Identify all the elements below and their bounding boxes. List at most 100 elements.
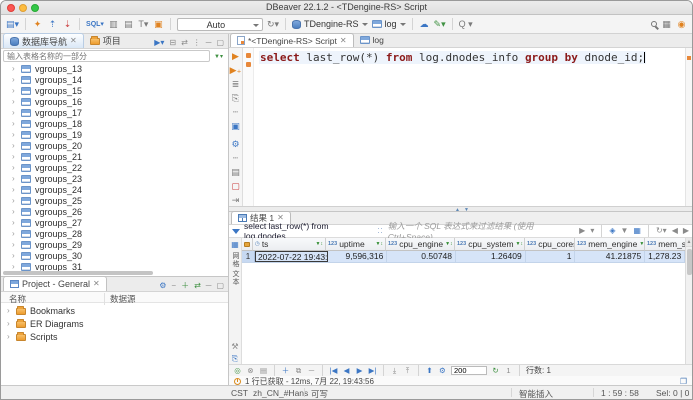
expand-chevron-icon[interactable]: › <box>12 196 17 205</box>
rollback-icon[interactable]: ⇡ <box>47 19 58 30</box>
filter-dropdown-icon[interactable]: ▾ <box>590 226 594 236</box>
fetch-all-icon[interactable]: ⤓ <box>390 366 399 376</box>
drag-handle-icon[interactable]: ⁚⁚ <box>377 227 383 235</box>
execute-statement-icon[interactable]: ▶ <box>230 51 241 62</box>
tree-item-vgroup[interactable]: › vgroups_30 <box>1 250 228 261</box>
expand-chevron-icon[interactable]: › <box>12 229 17 238</box>
column-header[interactable]: 123 mem_system ▼↕ <box>645 238 685 251</box>
expand-chevron-icon[interactable]: › <box>12 251 17 260</box>
text-view-label[interactable]: 文本 <box>230 270 240 286</box>
settings-gear-icon[interactable]: ⚙ <box>159 281 166 291</box>
execute-script-icon[interactable]: ▶₊ <box>230 65 242 76</box>
tree-item-vgroup[interactable]: › vgroups_16 <box>1 96 228 107</box>
expand-chevron-icon[interactable]: › <box>12 152 17 161</box>
prev-page-icon[interactable]: ◀ <box>342 366 351 375</box>
refresh-icon[interactable]: ↻ <box>491 366 500 375</box>
column-header[interactable]: 123 uptime ▼↕ <box>326 238 386 251</box>
tree-item-vgroup[interactable]: › vgroups_13 <box>1 63 228 74</box>
tree-item-vgroup[interactable]: › vgroups_14 <box>1 74 228 85</box>
tree-item-vgroup[interactable]: › vgroups_20 <box>1 140 228 151</box>
new-script-icon[interactable]: ▤ <box>123 19 134 30</box>
first-page-icon[interactable]: |◀ <box>329 366 338 375</box>
filter-sort-icon[interactable]: ▼↕ <box>316 241 323 247</box>
tree-item-vgroup[interactable]: › vgroups_23 <box>1 173 228 184</box>
caret-position-indicator[interactable]: 1 : 59 : 58 <box>601 388 639 398</box>
grid-data-row[interactable]: 1 2022-07-22 19:43:30.000 9,596,316 0.50… <box>242 251 685 263</box>
column-header[interactable]: 123 cpu_system ▼↕ <box>455 238 525 251</box>
zoom-window-button[interactable] <box>31 4 39 12</box>
close-icon[interactable]: ✕ <box>93 280 100 288</box>
transaction-log-icon[interactable]: ⇣ <box>62 19 73 30</box>
refresh-results-icon[interactable]: ↻▾ <box>656 226 667 236</box>
cell-mem-engine[interactable]: 41.21875 <box>575 251 645 262</box>
filter-settings-icon[interactable]: ▼ <box>620 226 628 236</box>
next-page-icon[interactable]: ▶ <box>355 366 364 375</box>
scrollbar-thumb[interactable] <box>687 249 692 275</box>
output-panel-icon[interactable]: ▣ <box>230 121 241 132</box>
database-selector[interactable]: log <box>372 19 406 29</box>
column-header[interactable]: 123 cpu_engine ▼↕ <box>386 238 455 251</box>
maximize-panel-icon[interactable]: ▢ <box>216 38 224 48</box>
tree-item-vgroup[interactable]: › vgroups_27 <box>1 217 228 228</box>
expand-chevron-icon[interactable]: › <box>12 86 17 95</box>
column-header[interactable]: 123 mem_engine ▼↕ <box>575 238 645 251</box>
tree-item-vgroup[interactable]: › vgroups_25 <box>1 195 228 206</box>
results-filter-bar[interactable]: select last_row(*) from log.dnodes_ ⁚⁚ 输… <box>229 225 692 238</box>
statement-marker-icon[interactable] <box>246 62 251 67</box>
cell-mem-system[interactable]: 1,278.23 <box>645 251 685 262</box>
expand-chevron-icon[interactable]: › <box>12 174 17 183</box>
search-icon[interactable] <box>651 21 657 27</box>
reject-changes-icon[interactable]: ⊗ <box>246 366 255 375</box>
project-tree-item[interactable]: › Bookmarks <box>1 304 228 317</box>
minimize-window-button[interactable] <box>19 4 27 12</box>
cell-cpu-system[interactable]: 1.26409 <box>456 251 526 262</box>
expand-chevron-icon[interactable]: › <box>12 108 17 117</box>
tab-database-navigator[interactable]: 数据库导航 ✕ <box>3 33 84 48</box>
expand-chevron-icon[interactable]: › <box>12 240 17 249</box>
statement-marker-icon[interactable] <box>246 53 251 58</box>
apply-changes-icon[interactable]: ◎ <box>233 366 242 375</box>
refresh-icon[interactable]: ⇄ <box>194 281 201 291</box>
navigator-filter-input[interactable] <box>3 50 210 62</box>
commit-mode-select[interactable]: Auto <box>177 18 263 31</box>
tree-item-vgroup[interactable]: › vgroups_22 <box>1 162 228 173</box>
history-forward-icon[interactable]: ▶ <box>683 226 689 236</box>
expand-chevron-icon[interactable]: › <box>7 306 12 315</box>
expand-chevron-icon[interactable]: › <box>7 332 12 341</box>
expand-chevron-icon[interactable]: › <box>12 141 17 150</box>
apply-filter-icon[interactable]: ▶ <box>579 226 585 236</box>
project-tree-item[interactable]: › ER Diagrams <box>1 317 228 330</box>
tree-item-vgroup[interactable]: › vgroups_31 <box>1 261 228 271</box>
close-window-button[interactable] <box>7 4 15 12</box>
tree-item-vgroup[interactable]: › vgroups_18 <box>1 118 228 129</box>
expand-chevron-icon[interactable]: › <box>7 319 12 328</box>
save-icon[interactable]: ▤ <box>230 167 241 178</box>
delete-icon[interactable]: ▢ <box>230 181 241 192</box>
connection-selector[interactable]: TDengine-RS <box>292 19 368 29</box>
minimize-panel-icon[interactable]: ─ <box>206 281 212 291</box>
add-row-icon[interactable]: ＋ <box>281 365 290 376</box>
column-header[interactable]: 123 cpu_cores ▼↕ <box>525 238 575 251</box>
cloud-icon[interactable]: ☁ <box>419 19 430 30</box>
tab-project[interactable]: 项目 <box>84 33 127 48</box>
text-format-icon[interactable]: T▾ <box>138 19 149 30</box>
maximize-panel-icon[interactable]: ▢ <box>216 281 224 291</box>
generate-script-icon[interactable]: ▤ <box>259 366 268 375</box>
save-filter-icon[interactable]: ◈ <box>609 226 615 236</box>
sql-statement[interactable]: select last_row(*) from log.dnodes_info … <box>259 51 646 64</box>
fetch-size-input[interactable] <box>451 366 487 375</box>
expand-chevron-icon[interactable]: › <box>12 218 17 227</box>
tree-item-vgroup[interactable]: › vgroups_21 <box>1 151 228 162</box>
close-icon[interactable]: ✕ <box>340 37 347 45</box>
scrollbar-thumb[interactable] <box>3 271 153 275</box>
expand-chevron-icon[interactable]: › <box>12 185 17 194</box>
grid-view-icon[interactable]: ▦ <box>231 240 239 250</box>
expand-chevron-icon[interactable]: › <box>12 64 17 73</box>
tab-sql-script[interactable]: *<TDengine-RS> Script ✕ <box>230 33 354 47</box>
scroll-up-icon[interactable]: ▲ <box>686 238 692 247</box>
grid-corner-cell[interactable] <box>242 238 253 251</box>
expand-chevron-icon[interactable]: › <box>12 207 17 216</box>
calc-panel-icon[interactable]: ⚒ <box>231 342 238 352</box>
delete-row-icon[interactable]: － <box>307 365 316 376</box>
tab-log[interactable]: log <box>354 33 390 47</box>
